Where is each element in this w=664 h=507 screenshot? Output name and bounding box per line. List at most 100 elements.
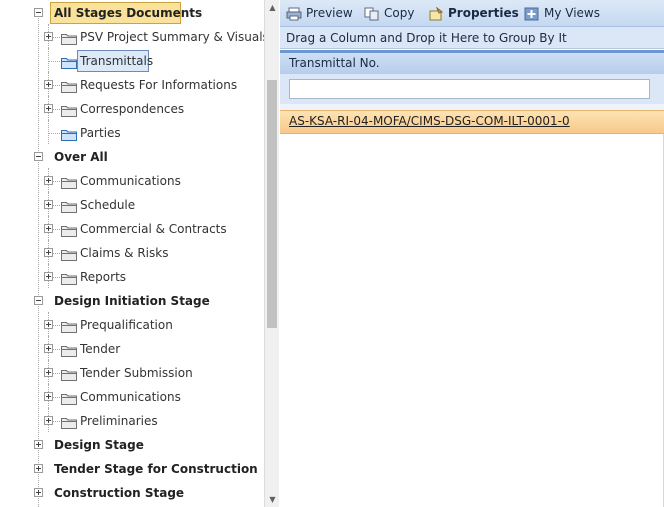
preview-label: Preview — [306, 6, 353, 20]
transmittals-panel: Preview Copy Properties My Views Drag a … — [280, 0, 664, 507]
expand-icon[interactable] — [44, 344, 53, 353]
folder-icon — [61, 270, 77, 285]
tree-node[interactable]: Schedule — [0, 192, 264, 216]
collapse-icon[interactable] — [34, 8, 43, 17]
tree-node[interactable]: Design Initiation Stage — [0, 290, 264, 312]
my-views-label: My Views — [544, 6, 600, 20]
tree-node[interactable]: Prequalification — [0, 312, 264, 336]
tree-node[interactable]: PSV Project Summary & Visuals — [0, 24, 264, 48]
group-by-drop-area[interactable]: Drag a Column and Drop it Here to Group … — [280, 27, 664, 49]
tree-line — [48, 120, 49, 144]
tree-node-label: Over All — [54, 150, 108, 164]
folder-icon — [61, 366, 77, 381]
tree-node-label: Prequalification — [80, 318, 173, 332]
tree-node[interactable]: Preliminaries — [0, 408, 264, 432]
my-views-button[interactable]: My Views — [524, 4, 600, 22]
folder-icon — [61, 342, 77, 357]
tree-node-label: PSV Project Summary & Visuals — [80, 30, 264, 44]
folder-icon — [61, 174, 77, 189]
tree-node[interactable]: All Stages Documents — [0, 2, 264, 24]
tree-line — [49, 133, 60, 134]
folder-icon — [61, 30, 77, 45]
tree-node-label: Design Stage — [54, 438, 144, 452]
transmittal-filter-input[interactable] — [289, 79, 650, 99]
folder-icon — [61, 390, 77, 405]
tree-node[interactable]: Tender Stage for Construction — [0, 458, 264, 480]
properties-label: Properties — [448, 6, 519, 20]
expand-icon[interactable] — [44, 392, 53, 401]
scroll-thumb[interactable] — [267, 80, 277, 328]
tree-node[interactable]: Reports — [0, 264, 264, 288]
properties-button[interactable]: Properties — [428, 4, 519, 22]
transmittal-link[interactable]: AS-KSA-RI-04-MOFA/CIMS-DSG-COM-ILT-0001-… — [289, 114, 570, 128]
tree-node[interactable]: Design Stage — [0, 434, 264, 456]
tree-node-label: Tender Stage for Construction — [54, 462, 258, 476]
tree-node-label: Schedule — [80, 198, 136, 212]
tree-node-label: Tender Submission — [80, 366, 193, 380]
tree-line — [48, 48, 49, 72]
tree-node-label: Communications — [80, 390, 181, 404]
folder-icon — [61, 54, 77, 69]
document-tree: All Stages Documents PSV Project Summary … — [0, 0, 264, 507]
collapse-icon[interactable] — [34, 152, 43, 161]
tree-node[interactable]: Construction Stage — [0, 482, 264, 504]
folder-icon — [61, 246, 77, 261]
expand-icon[interactable] — [44, 320, 53, 329]
folder-icon — [61, 78, 77, 93]
expand-icon[interactable] — [34, 464, 43, 473]
expand-icon[interactable] — [44, 200, 53, 209]
folder-icon — [61, 414, 77, 429]
expand-icon[interactable] — [34, 488, 43, 497]
tree-node-label: Claims & Risks — [80, 246, 169, 260]
expand-icon[interactable] — [44, 416, 53, 425]
tree-node[interactable]: Transmittals — [0, 48, 264, 72]
tree-node[interactable]: Communications — [0, 168, 264, 192]
tree-node[interactable]: Requests For Informations — [0, 72, 264, 96]
printer-icon — [286, 7, 302, 21]
preview-button[interactable]: Preview — [286, 4, 353, 22]
tree-node-label: Communications — [80, 174, 181, 188]
expand-icon[interactable] — [44, 224, 53, 233]
scroll-up-arrow-icon[interactable]: ▲ — [265, 0, 280, 15]
column-header-transmittal-no[interactable]: Transmittal No. — [280, 50, 664, 74]
tree-node[interactable]: Parties — [0, 120, 264, 144]
copy-button[interactable]: Copy — [364, 4, 414, 22]
expand-icon[interactable] — [44, 104, 53, 113]
tree-line — [49, 61, 60, 62]
tree-node-label: Design Initiation Stage — [54, 294, 210, 308]
tree-node[interactable]: Tender Submission — [0, 360, 264, 384]
tree-node-label: Transmittals — [80, 54, 154, 68]
grid-toolbar: Preview Copy Properties My Views — [280, 0, 664, 27]
scroll-down-arrow-icon[interactable]: ▼ — [265, 492, 280, 507]
expand-icon[interactable] — [44, 368, 53, 377]
tree-node-label: Parties — [80, 126, 121, 140]
folder-icon — [61, 126, 77, 141]
tree-node-label: All Stages Documents — [54, 6, 203, 20]
expand-icon[interactable] — [34, 440, 43, 449]
tree-node[interactable]: Correspondences — [0, 96, 264, 120]
expand-icon[interactable] — [44, 32, 53, 41]
expand-icon[interactable] — [44, 248, 53, 257]
tree-scrollbar[interactable]: ▲ ▼ — [264, 0, 279, 507]
folder-icon — [61, 222, 77, 237]
collapse-icon[interactable] — [34, 296, 43, 305]
tree-node-label: Preliminaries — [80, 414, 158, 428]
tree-node-label: Tender — [80, 342, 121, 356]
tree-node[interactable]: Communications — [0, 384, 264, 408]
expand-icon[interactable] — [44, 80, 53, 89]
expand-icon[interactable] — [44, 272, 53, 281]
folder-icon — [61, 102, 77, 117]
tree-node[interactable]: Tender — [0, 336, 264, 360]
expand-icon[interactable] — [44, 176, 53, 185]
copy-label: Copy — [384, 6, 415, 20]
tree-node[interactable]: Commercial & Contracts — [0, 216, 264, 240]
tree-node[interactable]: Claims & Risks — [0, 240, 264, 264]
folder-icon — [61, 198, 77, 213]
tree-node[interactable]: Over All — [0, 146, 264, 168]
tree-node-label: Correspondences — [80, 102, 185, 116]
tree-node-label: Requests For Informations — [80, 78, 238, 92]
table-row[interactable]: AS-KSA-RI-04-MOFA/CIMS-DSG-COM-ILT-0001-… — [280, 110, 664, 134]
properties-icon — [428, 5, 444, 21]
tree-node-label: Reports — [80, 270, 127, 284]
tree-node-label: Construction Stage — [54, 486, 185, 500]
